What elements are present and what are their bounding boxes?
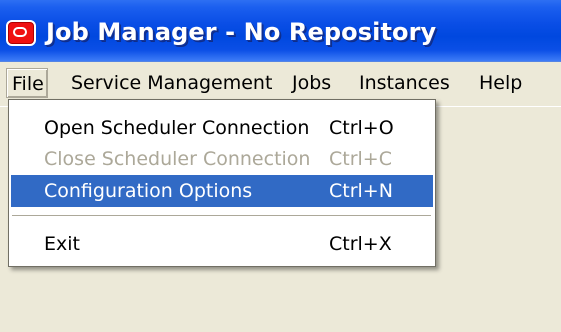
menu-item-shortcut: Ctrl+C — [329, 148, 392, 170]
menu-separator — [12, 215, 431, 217]
menu-item-close-scheduler-connection: Close Scheduler Connection Ctrl+C — [11, 143, 433, 175]
menu-item-label: Exit — [44, 233, 80, 255]
title-bar[interactable]: Job Manager - No Repository — [0, 0, 561, 62]
menu-item-shortcut: Ctrl+O — [329, 117, 394, 139]
menu-item-shortcut: Ctrl+X — [329, 233, 392, 255]
menu-item-label: Open Scheduler Connection — [44, 117, 310, 139]
menu-instances[interactable]: Instances — [354, 68, 468, 98]
menu-item-label: Configuration Options — [44, 180, 253, 202]
menu-item-open-scheduler-connection[interactable]: Open Scheduler Connection Ctrl+O — [11, 112, 433, 144]
menu-help[interactable]: Help — [474, 68, 534, 98]
menu-item-configuration-options[interactable]: Configuration Options Ctrl+N — [11, 175, 433, 207]
file-dropdown-menu: Open Scheduler Connection Ctrl+O Close S… — [8, 99, 436, 267]
oracle-logo-icon — [6, 20, 36, 46]
menu-jobs[interactable]: Jobs — [287, 68, 349, 98]
menu-item-shortcut: Ctrl+N — [329, 180, 393, 202]
window-title: Job Manager - No Repository — [46, 18, 437, 46]
menu-item-exit[interactable]: Exit Ctrl+X — [11, 228, 433, 260]
job-manager-window: Job Manager - No Repository File Service… — [0, 0, 561, 332]
menu-file[interactable]: File — [6, 68, 48, 98]
menu-service-management[interactable]: Service Management — [66, 68, 281, 98]
menu-item-label: Close Scheduler Connection — [44, 148, 311, 170]
